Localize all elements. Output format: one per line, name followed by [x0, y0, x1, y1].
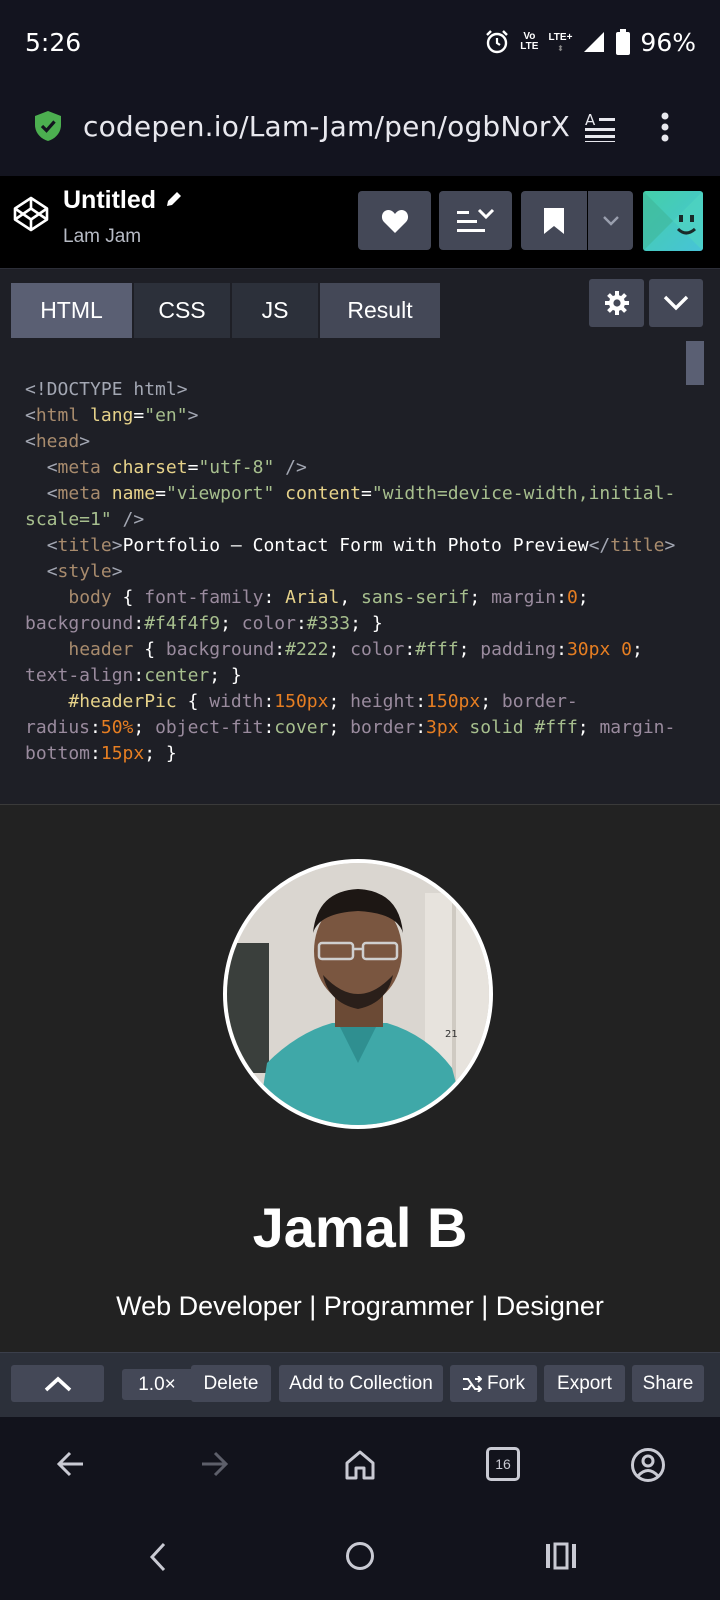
fork-label: Fork: [487, 1372, 525, 1394]
codepen-logo-icon[interactable]: [12, 195, 50, 233]
browser-url-bar: codepen.io/Lam-Jam/pen/ogbNorX A: [0, 84, 720, 176]
html-code[interactable]: <!DOCTYPE html> <html lang="en"> <head> …: [25, 377, 685, 767]
export-button[interactable]: Export: [544, 1365, 625, 1402]
photo-badge-number: 21: [445, 1029, 458, 1040]
alarm-icon: [486, 30, 509, 54]
tab-js[interactable]: JS: [232, 283, 318, 338]
codepen-header: Untitled Lam Jam: [0, 176, 720, 268]
code-line-8: body { font-family: Arial, sans-serif; m…: [25, 587, 600, 634]
bookmark-button[interactable]: [521, 191, 587, 250]
account-icon[interactable]: [630, 1447, 666, 1483]
pen-author[interactable]: Lam Jam: [63, 226, 141, 248]
profile-photo-image: 21: [227, 863, 489, 1125]
chevron-down-icon: [663, 295, 689, 311]
forward-arrow-icon[interactable]: [199, 1449, 229, 1479]
signal-icon: [584, 32, 605, 52]
bookmark-dropdown-button[interactable]: [588, 191, 633, 250]
browser-navigation-bar: 16: [0, 1417, 720, 1517]
code-line-9: header { background:#222; color:#fff; pa…: [25, 639, 654, 686]
zoom-level[interactable]: 1.0×: [122, 1369, 192, 1400]
editor-tabs: HTML CSS JS Result: [11, 283, 440, 338]
chevron-down-icon: [602, 215, 619, 226]
code-line-2: <html lang="en">: [25, 405, 199, 426]
status-bar: 5:26 Vo LTE LTE+ ⬍ 96%: [0, 0, 720, 84]
editor-scrollbar-thumb[interactable]: [686, 341, 704, 385]
tab-count: 16: [495, 1456, 511, 1472]
fork-button[interactable]: Fork: [450, 1365, 537, 1402]
editor-settings-button[interactable]: [589, 279, 644, 327]
code-line-10: #headerPic { width:150px; height:150px; …: [25, 691, 676, 764]
profile-name: Jamal B: [252, 1196, 468, 1259]
user-avatar[interactable]: [643, 191, 703, 251]
home-icon[interactable]: [344, 1449, 376, 1481]
status-time: 5:26: [25, 28, 82, 57]
svg-text:A: A: [585, 112, 596, 129]
profile-role: Web Developer | Programmer | Designer: [116, 1291, 604, 1321]
code-line-3: <head>: [25, 431, 91, 452]
system-home-icon[interactable]: [345, 1541, 375, 1571]
profile-photo: 21: [223, 859, 493, 1129]
system-recents-icon[interactable]: [545, 1542, 577, 1570]
secure-shield-icon[interactable]: [34, 110, 62, 142]
avatar-face-icon: [643, 191, 703, 251]
status-icons: Vo LTE LTE+ ⬍ 96%: [484, 26, 696, 58]
layout-button[interactable]: [439, 191, 512, 250]
edit-pencil-icon[interactable]: [165, 190, 183, 208]
like-button[interactable]: [358, 191, 431, 250]
code-line-1: <!DOCTYPE html>: [25, 379, 188, 400]
result-preview: 21 Jamal B Web Developer | Programmer | …: [0, 804, 720, 1352]
reader-mode-icon[interactable]: A: [585, 112, 617, 142]
chevron-up-icon: [44, 1376, 71, 1391]
system-navigation-bar: [0, 1517, 720, 1600]
system-back-icon[interactable]: [148, 1542, 168, 1572]
gear-icon: [604, 291, 629, 315]
fork-icon: [463, 1375, 482, 1392]
battery-icon: [616, 29, 631, 55]
volte-indicator: Vo LTE: [520, 32, 538, 52]
delete-button[interactable]: Delete: [191, 1365, 271, 1402]
tab-switcher-button[interactable]: 16: [486, 1447, 520, 1481]
layout-sort-icon: [456, 208, 494, 232]
more-menu-icon[interactable]: [660, 112, 670, 142]
battery-percent: 96%: [640, 27, 696, 57]
volte-lte-text: LTE: [520, 41, 539, 52]
lte-indicator: LTE+ ⬍: [548, 31, 573, 53]
back-arrow-icon[interactable]: [56, 1449, 86, 1479]
bookmark-icon: [544, 207, 564, 234]
pen-bottom-toolbar: 1.0× Delete Add to Collection Fork Expor…: [0, 1352, 720, 1417]
lte-text: LTE+: [548, 31, 573, 43]
heart-icon: [381, 209, 408, 233]
code-editor-panel: HTML CSS JS Result <!DOCTYPE html> <html…: [0, 268, 720, 804]
tab-result[interactable]: Result: [320, 283, 440, 338]
code-line-6: <title>Portfolio — Contact Form with Pho…: [46, 535, 676, 556]
code-line-7: <style>: [46, 561, 123, 582]
editor-collapse-button[interactable]: [649, 279, 703, 327]
share-button[interactable]: Share: [632, 1365, 704, 1402]
tab-html[interactable]: HTML: [11, 283, 132, 338]
code-line-4: <meta charset="utf-8" />: [46, 457, 307, 478]
tab-css[interactable]: CSS: [134, 283, 230, 338]
pen-title[interactable]: Untitled: [63, 186, 156, 215]
toggle-console-button[interactable]: [11, 1365, 104, 1402]
code-line-5: <meta name="viewport" content="width=dev…: [25, 483, 676, 530]
url-text[interactable]: codepen.io/Lam-Jam/pen/ogbNorX: [83, 110, 570, 143]
add-to-collection-button[interactable]: Add to Collection: [279, 1365, 443, 1402]
